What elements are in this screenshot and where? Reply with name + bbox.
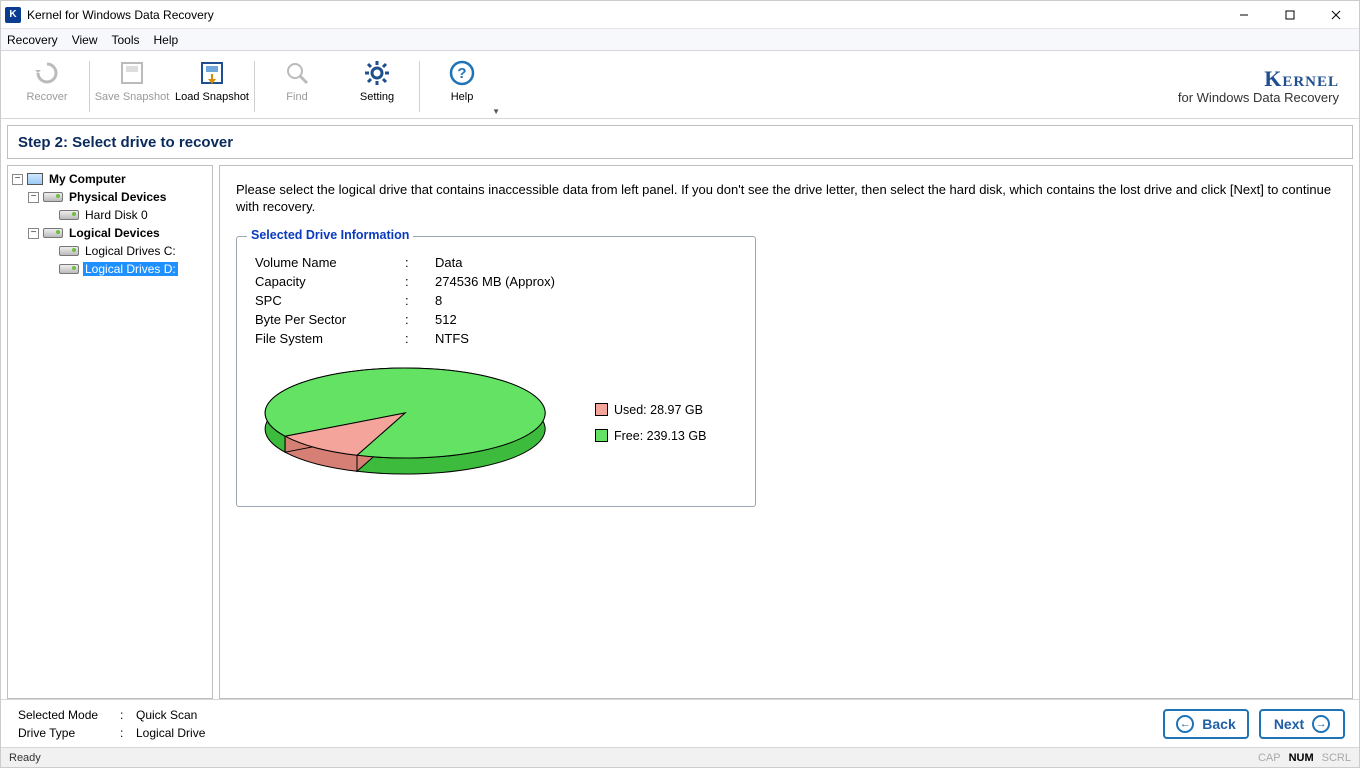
chart-legend: Used: 28.97 GB Free: 239.13 GB	[595, 391, 706, 455]
recover-button: Recover	[7, 55, 87, 118]
back-button[interactable]: ← Back	[1163, 709, 1249, 739]
drive-icon	[43, 192, 63, 202]
legend-free: Free: 239.13 GB	[595, 429, 706, 443]
maximize-button[interactable]	[1267, 1, 1313, 28]
menubar: Recovery View Tools Help	[1, 29, 1359, 51]
drive-info-group: Selected Drive Information Volume Name:D…	[236, 236, 756, 507]
tree-logical-drive-c[interactable]: Logical Drives C:	[44, 242, 210, 260]
find-icon	[283, 59, 311, 87]
menu-tools[interactable]: Tools	[111, 33, 139, 47]
recover-icon	[33, 59, 61, 87]
tree-hard-disk-0[interactable]: Hard Disk 0	[44, 206, 210, 224]
next-button[interactable]: Next →	[1259, 709, 1345, 739]
close-button[interactable]	[1313, 1, 1359, 28]
table-row: Volume Name:Data	[255, 253, 555, 272]
minimize-button[interactable]	[1221, 1, 1267, 28]
menu-view[interactable]: View	[72, 33, 98, 47]
save-snapshot-button: Save Snapshot	[92, 55, 172, 118]
content-pane: Please select the logical drive that con…	[219, 165, 1353, 699]
tree-root[interactable]: − My Computer	[12, 170, 210, 188]
titlebar-text: Kernel for Windows Data Recovery	[27, 8, 1221, 22]
table-row: SPC:8	[255, 291, 555, 310]
collapse-icon[interactable]: −	[28, 228, 39, 239]
toolbar-separator	[254, 61, 255, 112]
tree-logical-devices[interactable]: − Logical Devices	[28, 224, 210, 242]
table-row: Byte Per Sector:512	[255, 310, 555, 329]
menu-help[interactable]: Help	[154, 33, 179, 47]
footer: Selected Mode:Quick Scan Drive Type:Logi…	[1, 699, 1359, 747]
status-ready: Ready	[9, 752, 41, 764]
tree-physical-devices[interactable]: − Physical Devices	[28, 188, 210, 206]
menu-recovery[interactable]: Recovery	[7, 33, 58, 47]
drive-icon	[59, 264, 79, 274]
arrow-right-icon: →	[1312, 715, 1330, 733]
device-tree[interactable]: − My Computer − Physical Devices	[7, 165, 213, 699]
toolbar-separator	[89, 61, 90, 112]
statusbar: Ready CAP NUM SCRL	[1, 747, 1359, 767]
tree-logical-drive-d[interactable]: Logical Drives D:	[44, 260, 210, 278]
app-icon: K	[5, 7, 21, 23]
drive-icon	[59, 210, 79, 220]
status-num: NUM	[1289, 752, 1314, 764]
drive-info-table: Volume Name:Data Capacity:274536 MB (App…	[255, 253, 555, 348]
load-snapshot-icon	[198, 59, 226, 87]
step-header: Step 2: Select drive to recover	[7, 125, 1353, 159]
help-button[interactable]: ? Help ▼	[422, 55, 502, 118]
brand-subtitle: for Windows Data Recovery	[1178, 91, 1339, 105]
footer-info: Selected Mode:Quick Scan Drive Type:Logi…	[15, 705, 208, 743]
help-icon: ?	[448, 59, 476, 87]
save-snapshot-icon	[118, 59, 146, 87]
svg-text:?: ?	[457, 65, 466, 82]
status-scrl: SCRL	[1322, 752, 1351, 764]
brand-block: Kernel for Windows Data Recovery	[1178, 55, 1353, 118]
status-cap: CAP	[1258, 752, 1281, 764]
legend-used: Used: 28.97 GB	[595, 403, 706, 417]
setting-icon	[363, 59, 391, 87]
table-row: File System:NTFS	[255, 329, 555, 348]
drive-info-title: Selected Drive Information	[247, 228, 413, 242]
arrow-left-icon: ←	[1176, 715, 1194, 733]
instruction-text: Please select the logical drive that con…	[236, 182, 1336, 216]
computer-icon	[27, 173, 43, 185]
help-dropdown-icon[interactable]: ▼	[492, 107, 500, 116]
drive-icon	[59, 246, 79, 256]
find-button: Find	[257, 55, 337, 118]
collapse-icon[interactable]: −	[28, 192, 39, 203]
load-snapshot-button[interactable]: Load Snapshot	[172, 55, 252, 118]
brand-title: Kernel	[1264, 67, 1339, 91]
collapse-icon[interactable]: −	[12, 174, 23, 185]
main-panes: − My Computer − Physical Devices	[7, 165, 1353, 699]
app-window: K Kernel for Windows Data Recovery Recov…	[0, 0, 1360, 768]
toolbar: Recover Save Snapshot Load Snapshot Find…	[1, 51, 1359, 119]
drive-icon	[43, 228, 63, 238]
titlebar: K Kernel for Windows Data Recovery	[1, 1, 1359, 29]
toolbar-separator	[419, 61, 420, 112]
setting-button[interactable]: Setting	[337, 55, 417, 118]
usage-pie-chart	[255, 358, 555, 488]
table-row: Capacity:274536 MB (Approx)	[255, 272, 555, 291]
